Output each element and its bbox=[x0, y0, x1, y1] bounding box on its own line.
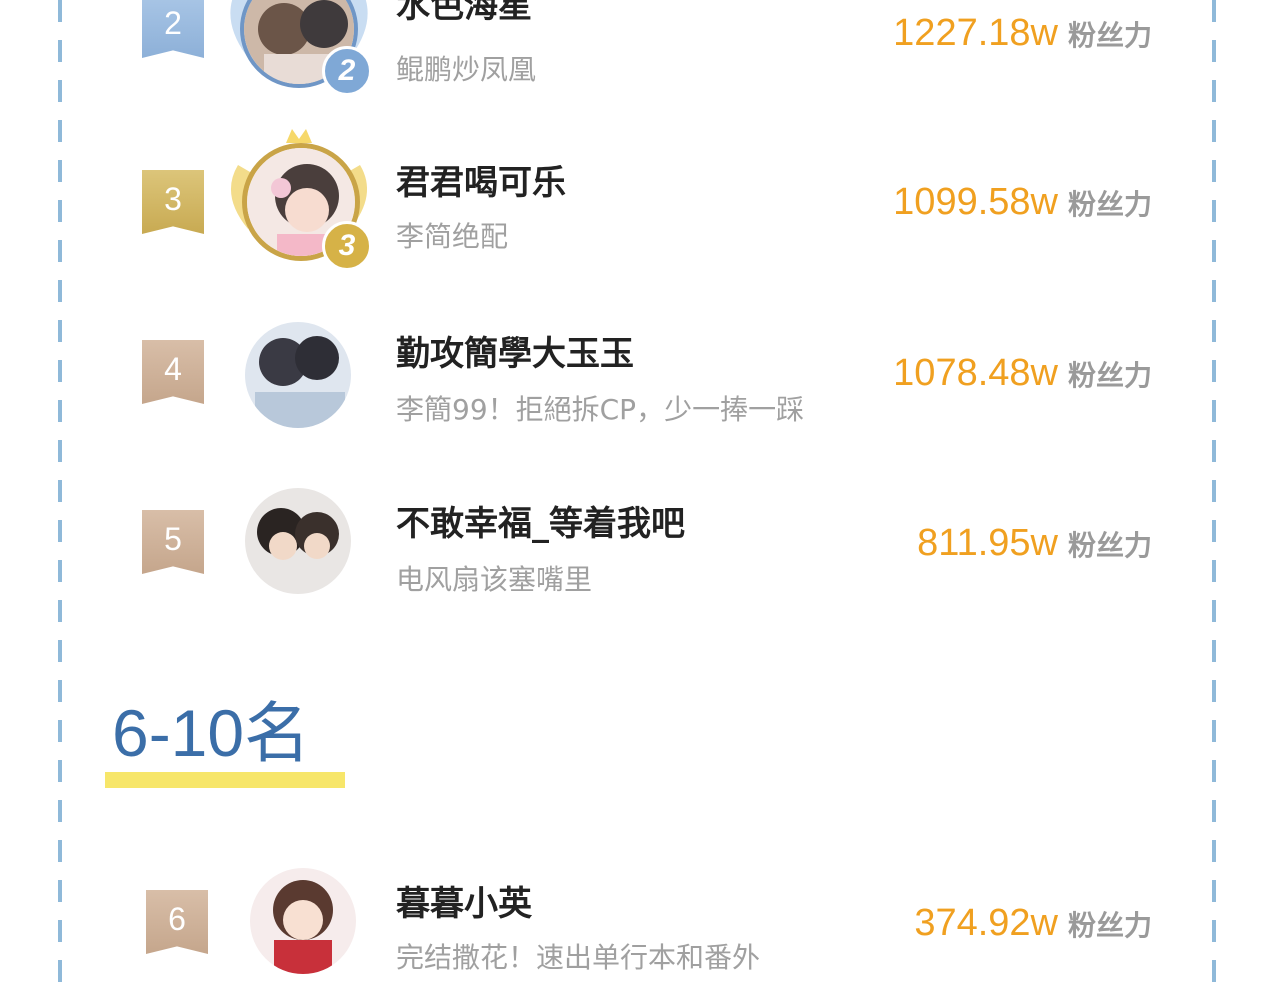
score-value: 1099.58w bbox=[893, 181, 1058, 223]
score: 1099.58w 粉丝力 bbox=[893, 181, 1152, 224]
crown-icon: 2 bbox=[322, 46, 372, 96]
score-unit: 粉丝力 bbox=[1067, 359, 1152, 392]
score-unit: 粉丝力 bbox=[1067, 529, 1152, 562]
score-unit: 粉丝力 bbox=[1067, 19, 1152, 52]
crown-icon: 3 bbox=[322, 221, 372, 271]
score: 374.92w 粉丝力 bbox=[914, 902, 1152, 945]
crown-number: 2 bbox=[338, 54, 356, 87]
rank-number: 6 bbox=[168, 900, 186, 937]
score-value: 811.95w bbox=[917, 522, 1058, 564]
score-value: 374.92w bbox=[914, 902, 1058, 944]
rank-badge: 5 bbox=[142, 510, 204, 574]
user-subtitle: 电风扇该塞嘴里 bbox=[396, 563, 593, 596]
user-name[interactable]: 不敢幸福_等着我吧 bbox=[396, 496, 685, 545]
ranking-row-3[interactable]: 3 3 君君喝可乐 李简绝配 1099.58w 粉丝力 bbox=[0, 125, 1280, 271]
rank-badge: 4 bbox=[142, 340, 204, 404]
user-name[interactable]: 勤攻簡學大玉玉 bbox=[396, 326, 634, 375]
crown-number: 3 bbox=[338, 229, 356, 262]
score: 811.95w 粉丝力 bbox=[917, 522, 1152, 565]
user-name[interactable]: 暮暮小英 bbox=[396, 876, 532, 925]
user-name[interactable]: 水色海星 bbox=[396, 0, 532, 27]
rank-badge: 2 bbox=[142, 0, 204, 58]
ranking-row-2[interactable]: 2 2 水色海星 鲲鹏炒凤凰 1227.18w 粉丝力 bbox=[0, 0, 1280, 100]
rank-number: 4 bbox=[164, 350, 182, 387]
score-unit: 粉丝力 bbox=[1067, 909, 1152, 942]
rank-number: 3 bbox=[164, 180, 182, 217]
rank-number: 2 bbox=[164, 4, 182, 41]
ranking-row-6[interactable]: 6 暮暮小英 完结撒花！速出单行本和番外 374.92w 粉丝力 bbox=[0, 860, 1280, 990]
section-title: 6-10名 bbox=[112, 696, 311, 770]
score: 1227.18w 粉丝力 bbox=[893, 12, 1152, 55]
user-subtitle: 李簡99！拒絕拆CP，少一捧一踩 bbox=[396, 393, 805, 426]
user-subtitle: 李简绝配 bbox=[396, 220, 509, 253]
ranking-row-4[interactable]: 4 勤攻簡學大玉玉 李簡99！拒絕拆CP，少一捧一踩 1078.48w 粉丝力 bbox=[0, 310, 1280, 440]
rank-number: 5 bbox=[164, 520, 182, 557]
avatar[interactable] bbox=[250, 868, 356, 974]
avatar[interactable] bbox=[245, 322, 351, 428]
user-subtitle: 完结撒花！速出单行本和番外 bbox=[396, 941, 761, 974]
rank-badge: 6 bbox=[146, 890, 208, 954]
user-name[interactable]: 君君喝可乐 bbox=[396, 155, 566, 204]
score: 1078.48w 粉丝力 bbox=[893, 352, 1152, 395]
score-value: 1227.18w bbox=[893, 12, 1058, 54]
section-underline bbox=[105, 772, 345, 788]
user-subtitle: 鲲鹏炒凤凰 bbox=[396, 53, 537, 86]
score-unit: 粉丝力 bbox=[1067, 188, 1152, 221]
score-value: 1078.48w bbox=[893, 352, 1058, 394]
ranking-row-5[interactable]: 5 不敢幸福_等着我吧 电风扇该塞嘴里 811.95w 粉丝力 bbox=[0, 480, 1280, 610]
avatar[interactable] bbox=[245, 488, 351, 594]
rank-badge: 3 bbox=[142, 170, 204, 234]
